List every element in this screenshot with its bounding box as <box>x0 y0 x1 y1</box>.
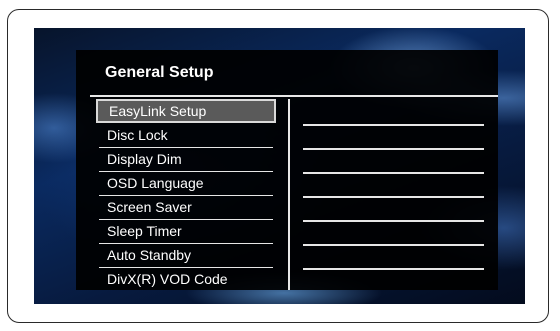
menu-item-label: DivX(R) VOD Code <box>107 271 228 287</box>
menu-item-divx-vod-code[interactable]: DivX(R) VOD Code <box>93 268 273 292</box>
menu-item-screen-saver[interactable]: Screen Saver <box>93 196 273 220</box>
value-row-line <box>303 172 484 174</box>
value-row-line <box>303 268 484 270</box>
menu-item-osd-language[interactable]: OSD Language <box>93 172 273 196</box>
menu-item-easylink-setup[interactable]: EasyLink Setup <box>96 99 276 123</box>
menu-title: General Setup <box>105 64 214 81</box>
menu-item-label: Disc Lock <box>107 127 168 143</box>
menu-item-label: Sleep Timer <box>107 223 182 239</box>
value-row-line <box>303 124 484 126</box>
column-divider <box>288 99 290 290</box>
menu-item-label: EasyLink Setup <box>109 103 207 119</box>
menu-item-sleep-timer[interactable]: Sleep Timer <box>93 220 273 244</box>
menu-item-disc-lock[interactable]: Disc Lock <box>93 124 273 148</box>
tv-screen: General Setup EasyLink Setup Disc Lock D… <box>34 28 525 304</box>
value-row-line <box>303 220 484 222</box>
value-row-line <box>303 148 484 150</box>
menu-item-auto-standby[interactable]: Auto Standby <box>93 244 273 268</box>
menu-item-label: OSD Language <box>107 175 204 191</box>
menu-item-label: Auto Standby <box>107 247 192 263</box>
title-divider <box>90 95 498 97</box>
value-row-line <box>303 196 484 198</box>
menu-item-label: Display Dim <box>107 151 182 167</box>
menu-item-label: Screen Saver <box>107 199 192 215</box>
setup-menu-panel: General Setup EasyLink Setup Disc Lock D… <box>76 50 498 290</box>
menu-item-display-dim[interactable]: Display Dim <box>93 148 273 172</box>
value-row-line <box>303 244 484 246</box>
